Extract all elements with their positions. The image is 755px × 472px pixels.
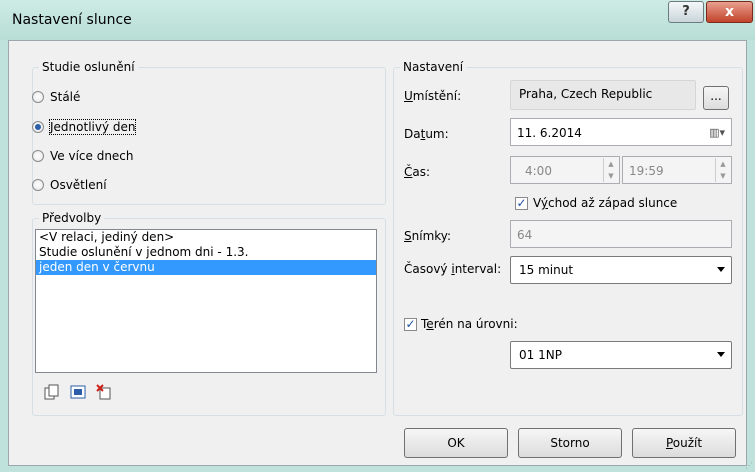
radio-lighting-label: Osvětlení	[50, 178, 107, 192]
radio-single-day[interactable]: Jednotlivý den	[32, 118, 137, 136]
list-item[interactable]: Studie oslunění v jednom dni - 1.3.	[36, 245, 376, 260]
sunrise-label: Východ až západ slunce	[533, 196, 678, 210]
radio-single-day-button[interactable]	[32, 121, 44, 133]
date-label: Datum:	[404, 127, 449, 141]
sun-settings-dialog: Nastavení slunce ? x Studie oslunění Stá…	[0, 0, 755, 472]
terrain-label: Terén na úrovni:	[421, 317, 518, 331]
rename-icon[interactable]	[70, 384, 86, 400]
presets-legend: Předvolby	[39, 211, 105, 225]
radio-stale[interactable]: Stálé	[32, 88, 80, 106]
sunrise-checkbox[interactable]: ✓	[515, 197, 528, 210]
terrain-checkbox[interactable]: ✓	[404, 318, 417, 331]
time-label: Čas:	[404, 165, 431, 179]
radio-multi-day-button[interactable]	[32, 150, 44, 162]
duplicate-icon[interactable]	[44, 384, 60, 400]
time-start-spinner[interactable]: ▲ ▼	[603, 158, 618, 182]
date-field[interactable]: 11. 6.2014 ▥▾	[510, 118, 732, 146]
date-value: 11. 6.2014	[517, 126, 582, 140]
delete-icon[interactable]	[96, 384, 112, 400]
window-title: Nastavení slunce	[12, 12, 132, 28]
time-end-value: 19:59	[629, 164, 664, 178]
calendar-icon[interactable]: ▥▾	[709, 119, 725, 147]
chevron-down-icon	[717, 352, 725, 357]
time-end-spinner[interactable]: ▲ ▼	[715, 158, 730, 182]
title-bar: Nastavení slunce ? x	[0, 0, 755, 40]
level-value: 01 1NP	[519, 348, 562, 362]
interval-label: Časový interval:	[404, 262, 502, 276]
frames-field: 64	[510, 220, 732, 248]
radio-single-day-label: Jednotlivý den	[48, 119, 137, 135]
time-start-value: 4:00	[525, 164, 552, 178]
study-legend: Studie oslunění	[39, 60, 138, 74]
chevron-down-icon	[717, 267, 725, 272]
interval-select[interactable]: 15 minut	[510, 256, 732, 284]
settings-legend: Nastavení	[400, 60, 467, 74]
help-button[interactable]: ?	[668, 1, 704, 23]
radio-multi-day-label: Ve více dnech	[50, 149, 134, 163]
time-start-field[interactable]: 4:00 ▲ ▼	[510, 156, 620, 184]
location-browse-button[interactable]: ...	[703, 86, 729, 110]
radio-stale-button[interactable]	[32, 91, 44, 103]
cancel-button[interactable]: Storno	[518, 428, 622, 458]
presets-list[interactable]: <V relaci, jediný den> Studie oslunění v…	[35, 229, 377, 373]
radio-stale-label: Stálé	[50, 90, 81, 104]
level-select[interactable]: 01 1NP	[510, 341, 732, 369]
radio-multi-day[interactable]: Ve více dnech	[32, 147, 134, 165]
ok-button[interactable]: OK	[404, 428, 508, 458]
time-end-field[interactable]: 19:59 ▲ ▼	[622, 156, 732, 184]
frames-label: Snímky:	[404, 229, 452, 243]
list-item[interactable]: jeden den v červnu	[36, 260, 376, 275]
list-item[interactable]: <V relaci, jediný den>	[36, 230, 376, 245]
radio-lighting[interactable]: Osvětlení	[32, 176, 107, 194]
location-label: Umístění:	[404, 89, 462, 103]
close-button[interactable]: x	[706, 1, 753, 23]
resize-grip[interactable]: ⋰	[745, 461, 753, 470]
apply-button[interactable]: Použít	[632, 428, 736, 458]
interval-value: 15 minut	[519, 263, 574, 277]
radio-lighting-button[interactable]	[32, 179, 44, 191]
location-field: Praha, Czech Republic	[510, 80, 696, 110]
